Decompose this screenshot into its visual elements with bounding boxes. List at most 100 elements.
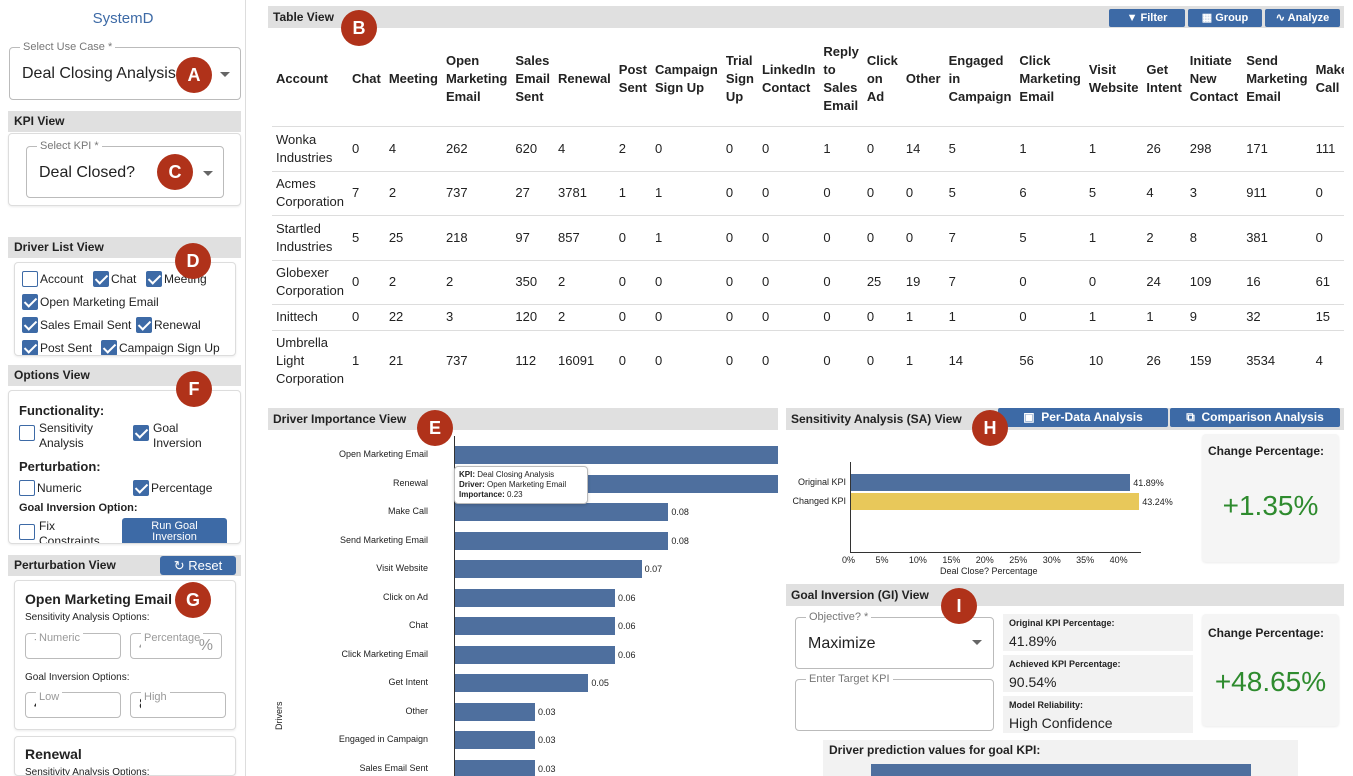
table-cell: 1 bbox=[650, 214, 722, 260]
objective-select[interactable]: Objective? * Maximize bbox=[795, 611, 994, 669]
driver-label: Visit Website bbox=[376, 563, 428, 573]
importance-bar[interactable] bbox=[455, 731, 535, 749]
chevron-down-icon[interactable] bbox=[972, 640, 982, 645]
driver-item-campaign-sign-up[interactable]: Campaign Sign Up bbox=[101, 340, 220, 355]
table-row[interactable]: Umbrella Light Corporation 1 21 737 112 16091… bbox=[272, 329, 1344, 392]
driver-item-post-sent[interactable]: Post Sent bbox=[22, 340, 92, 355]
checkbox[interactable] bbox=[19, 425, 35, 441]
chevron-down-icon[interactable] bbox=[203, 171, 213, 176]
table-cell: 14 bbox=[944, 329, 1016, 392]
driver-importance-chart: Drivers Open Marketing Email Renewal Make C… bbox=[268, 430, 778, 776]
percentage-input[interactable]: Percentage 40 % bbox=[130, 626, 222, 659]
comparison-analysis-button[interactable]: ⧉ Comparison Analysis bbox=[1170, 408, 1340, 427]
group-button[interactable]: ▦ Group bbox=[1188, 9, 1262, 27]
table-cell: 4 bbox=[554, 125, 615, 171]
driver-item-chat[interactable]: Chat bbox=[93, 271, 136, 287]
checkbox[interactable] bbox=[101, 340, 117, 355]
driver-item-account[interactable]: Account bbox=[22, 271, 83, 287]
driver-label: Send Marketing Email bbox=[339, 534, 428, 545]
table-cell: Acmes Corporation bbox=[272, 170, 348, 215]
column-header[interactable]: Visit Website bbox=[1085, 32, 1143, 126]
column-header[interactable]: Open Marketing Email bbox=[442, 32, 511, 126]
importance-bar[interactable] bbox=[455, 560, 642, 578]
checkbox[interactable] bbox=[19, 524, 35, 540]
analyze-button[interactable]: ∿ Analyze bbox=[1265, 9, 1340, 27]
driver-item-renewal[interactable]: Renewal bbox=[136, 317, 201, 333]
driver-item-sales-email-sent[interactable]: Sales Email Sent bbox=[22, 317, 131, 333]
filter-button[interactable]: ▼ Filter bbox=[1109, 9, 1185, 27]
checkbox[interactable] bbox=[22, 271, 38, 287]
column-header[interactable]: Click Marketing Email bbox=[1015, 32, 1084, 126]
column-header[interactable]: Make Call bbox=[1312, 32, 1344, 126]
option-fix-constraints[interactable] bbox=[19, 524, 35, 540]
table-cell: 2 bbox=[384, 259, 442, 304]
importance-bar[interactable] bbox=[455, 531, 669, 550]
option-numeric[interactable]: Numeric bbox=[19, 480, 82, 496]
table-row[interactable]: Acmes Corporation 7 2 737 27 3781 1 1 0 0 0 0 0 5 6 5 4 3… bbox=[272, 170, 1344, 215]
reset-button[interactable]: ↻ Reset bbox=[160, 556, 236, 575]
column-header[interactable]: Trial Sign Up bbox=[722, 32, 758, 126]
table-row[interactable]: Startled Industries 5 25 218 97 857 0 1 0 0 0 0 0 7 5 1… bbox=[272, 214, 1344, 260]
column-header[interactable]: Get Intent bbox=[1142, 32, 1185, 126]
low-input[interactable]: Low 40 bbox=[25, 685, 121, 718]
importance-bar[interactable] bbox=[455, 588, 615, 607]
table-cell: 25 bbox=[384, 214, 442, 260]
importance-bar[interactable] bbox=[455, 759, 535, 776]
checkbox[interactable] bbox=[22, 340, 38, 355]
tooltip: KPI: Deal Closing Analysis Driver: Open M… bbox=[454, 466, 588, 504]
column-header[interactable]: Reply to Sales Email bbox=[819, 32, 862, 126]
checkbox[interactable] bbox=[93, 271, 109, 287]
driver-label: Get Intent bbox=[388, 677, 428, 687]
checkbox[interactable] bbox=[133, 480, 149, 496]
table-cell: 1 bbox=[650, 170, 722, 215]
table-row[interactable]: Inittech022312020000001101193215False bbox=[272, 303, 1344, 330]
perturbation-card-renewal: Renewal Sensitivity Analysis Options: bbox=[14, 736, 236, 776]
importance-bar[interactable] bbox=[455, 446, 778, 464]
numeric-input[interactable]: Numeric 7364 bbox=[25, 626, 121, 659]
checkbox[interactable] bbox=[133, 425, 149, 441]
perturbation-driver-name: Open Marketing Email bbox=[25, 591, 173, 607]
importance-bar[interactable] bbox=[455, 674, 589, 692]
column-header[interactable]: Engaged in Campaign bbox=[945, 32, 1016, 126]
sa-bar[interactable] bbox=[850, 493, 1140, 510]
column-header[interactable]: Initiate New Contact bbox=[1186, 32, 1242, 126]
column-header[interactable]: Send Marketing Email bbox=[1242, 32, 1311, 126]
checkbox[interactable] bbox=[19, 480, 35, 496]
checkbox[interactable] bbox=[22, 294, 38, 310]
checkbox[interactable] bbox=[22, 317, 38, 333]
run-goal-inversion-button[interactable]: Run Goal Inversion bbox=[122, 518, 227, 543]
kpi-select[interactable]: Select KPI * Deal Closed? bbox=[26, 140, 224, 198]
importance-bar[interactable] bbox=[455, 702, 535, 721]
table-cell: Wonka Industries bbox=[272, 125, 348, 171]
target-kpi-input[interactable]: Enter Target KPI bbox=[795, 673, 994, 731]
checkbox[interactable] bbox=[146, 271, 162, 287]
chevron-down-icon[interactable] bbox=[220, 72, 230, 77]
importance-bar[interactable] bbox=[455, 645, 615, 664]
column-header[interactable]: Click on Ad bbox=[863, 32, 902, 126]
column-header[interactable]: LinkedIn Contact bbox=[758, 32, 819, 126]
sa-bar[interactable] bbox=[850, 474, 1131, 491]
checkbox[interactable] bbox=[136, 317, 152, 333]
column-header[interactable]: Post Sent bbox=[615, 32, 651, 126]
high-input[interactable]: High 80 bbox=[130, 685, 226, 718]
option-goal-inversion[interactable] bbox=[133, 425, 149, 441]
table-cell: 27 bbox=[511, 170, 555, 215]
column-header[interactable]: Sales Email Sent bbox=[511, 32, 554, 126]
sa-x-tick: 25% bbox=[1009, 555, 1028, 565]
table-row[interactable]: Globexer Corporation 0 2 2 350 2 0 0 0 0 0 25 19 7 0 0 2… bbox=[272, 259, 1344, 304]
column-header[interactable]: Renewal bbox=[554, 32, 615, 126]
table-row[interactable]: Wonka Industries 0 4 262 620 4 2 0 0 0 1 0 14 5 1 1 26 29… bbox=[272, 125, 1344, 171]
column-header[interactable]: Other bbox=[902, 32, 945, 126]
option-sensitivity[interactable] bbox=[19, 425, 35, 441]
importance-bar[interactable] bbox=[455, 503, 669, 521]
importance-bar[interactable] bbox=[455, 617, 615, 635]
driver-item-open-marketing-email[interactable]: Open Marketing Email bbox=[22, 294, 159, 310]
sa-category-label: Changed KPI bbox=[792, 496, 846, 506]
option-percentage[interactable]: Percentage bbox=[133, 480, 212, 496]
table-cell: 381 bbox=[1242, 214, 1312, 260]
column-header[interactable]: Account bbox=[272, 32, 348, 126]
column-header[interactable]: Meeting bbox=[385, 32, 442, 126]
column-header[interactable]: Campaign Sign Up bbox=[651, 32, 722, 126]
column-header[interactable]: Chat bbox=[348, 32, 385, 126]
per-data-analysis-button[interactable]: ▣ Per-Data Analysis bbox=[998, 408, 1168, 427]
